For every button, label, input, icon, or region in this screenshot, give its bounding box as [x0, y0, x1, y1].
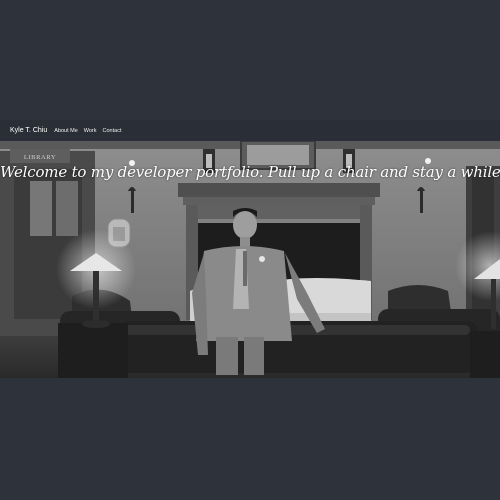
navbar: Kyle T. Chiu About Me Work Contact	[0, 120, 500, 141]
hero-banner: LIBRARY Welcome to my developer portfoli…	[0, 141, 500, 378]
hero-headline: Welcome to my developer portfolio. Pull …	[0, 163, 500, 181]
nav-link-contact[interactable]: Contact	[103, 128, 122, 134]
nav-link-about-me[interactable]: About Me	[54, 128, 78, 134]
library-sign: LIBRARY	[24, 154, 56, 161]
page: Kyle T. Chiu About Me Work Contact LIBRA…	[0, 0, 500, 500]
library-sign-text: LIBRARY	[24, 154, 56, 161]
nav-link-work[interactable]: Work	[84, 128, 97, 134]
brand-link[interactable]: Kyle T. Chiu	[10, 127, 47, 134]
